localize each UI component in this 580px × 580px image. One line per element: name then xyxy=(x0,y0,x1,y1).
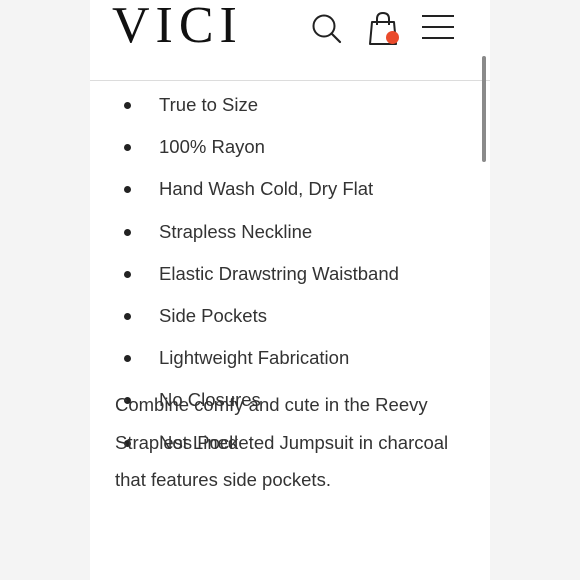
bullet-icon xyxy=(124,228,131,236)
list-item: Lightweight Fabrication xyxy=(90,337,480,379)
list-item: Hand Wash Cold, Dry Flat xyxy=(90,168,480,210)
search-icon[interactable] xyxy=(310,10,346,46)
feature-text: Elastic Drawstring Waistband xyxy=(159,262,399,284)
product-page: VICI True to Size 100% Rayon Hand Wash C… xyxy=(90,0,490,580)
feature-text: Lightweight Fabrication xyxy=(159,347,350,369)
list-item: Elastic Drawstring Waistband xyxy=(90,253,480,295)
bullet-icon xyxy=(124,186,131,194)
bullet-icon xyxy=(124,312,131,320)
list-item: 100% Rayon xyxy=(90,126,480,168)
feature-text: True to Size xyxy=(159,94,259,115)
brand-logo[interactable]: VICI xyxy=(112,0,243,56)
feature-text: 100% Rayon xyxy=(159,136,265,158)
bullet-icon xyxy=(124,144,131,152)
feature-text: Side Pockets xyxy=(159,304,267,326)
bullet-icon xyxy=(124,270,131,278)
cart-indicator-dot xyxy=(386,31,399,44)
feature-text: Strapless Neckline xyxy=(159,220,313,242)
bullet-icon xyxy=(124,102,131,109)
site-header: VICI xyxy=(90,0,490,81)
list-item: Side Pockets xyxy=(90,295,480,337)
product-description: Combine comfy and cute in the Reevy Stra… xyxy=(115,394,449,490)
hamburger-menu-icon[interactable] xyxy=(420,10,456,46)
bullet-icon xyxy=(124,355,131,363)
list-item: True to Size xyxy=(90,84,480,126)
list-item: Strapless Neckline xyxy=(90,211,480,253)
feature-text: Hand Wash Cold, Dry Flat xyxy=(159,178,374,200)
scrollbar[interactable] xyxy=(482,56,486,162)
